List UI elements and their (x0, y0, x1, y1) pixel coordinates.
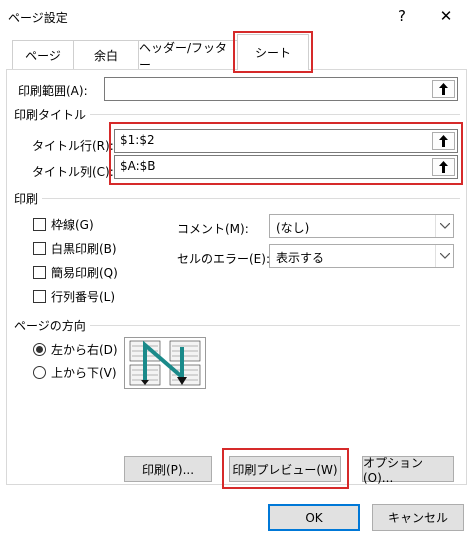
title-cols-input[interactable]: $A:$B (114, 155, 458, 179)
tab-header-footer[interactable]: ヘッダー/フッター (138, 40, 238, 72)
gridlines-checkbox[interactable] (33, 218, 46, 231)
tab-margins[interactable]: 余白 (73, 40, 139, 70)
title-cols-picker-button[interactable] (432, 158, 455, 176)
title-rows-picker-button[interactable] (432, 132, 455, 150)
options-button[interactable]: オプション(O)... (362, 456, 454, 485)
draft-quality-label: 簡易印刷(Q) (51, 266, 118, 280)
tab-page[interactable]: ページ (12, 40, 74, 70)
help-button[interactable]: ? (388, 4, 416, 28)
title-rows-input[interactable]: $1:$2 (114, 129, 458, 153)
print-area-picker-button[interactable] (432, 80, 455, 98)
title-rows-label: タイトル行(R): (32, 139, 114, 153)
page-order-preview-icon (124, 337, 206, 389)
dialog-title: ページ設定 (8, 11, 68, 25)
print-divider (14, 198, 460, 199)
draft-quality-checkbox[interactable] (33, 266, 46, 279)
tab-sheet[interactable]: シート (237, 34, 309, 70)
print-group-label: 印刷 (14, 190, 43, 207)
down-then-over-radio[interactable] (33, 343, 46, 356)
close-button[interactable]: ✕ (432, 4, 460, 28)
cell-errors-value: 表示する (276, 251, 325, 265)
print-titles-group-label: 印刷タイトル (14, 106, 91, 123)
over-then-down-label: 上から下(V) (51, 366, 117, 380)
print-preview-button[interactable]: 印刷プレビュー(W) (229, 456, 341, 482)
comments-select[interactable]: (なし) (269, 214, 454, 238)
print-button[interactable]: 印刷(P)... (124, 456, 212, 482)
collapse-up-icon (439, 135, 448, 147)
down-then-over-label: 左から右(D) (51, 343, 118, 357)
row-col-headings-label: 行列番号(L) (51, 290, 116, 304)
cancel-button[interactable]: キャンセル (372, 504, 464, 531)
ok-button[interactable]: OK (268, 504, 360, 531)
collapse-up-icon (439, 161, 448, 173)
black-white-label: 白黒印刷(B) (51, 242, 117, 256)
over-then-down-radio[interactable] (33, 366, 46, 379)
chevron-down-icon[interactable] (435, 215, 453, 237)
cell-errors-label: セルのエラー(E): (177, 252, 270, 266)
collapse-up-icon (439, 83, 448, 95)
print-area-input[interactable] (104, 77, 458, 101)
page-order-preview (124, 337, 206, 392)
row-col-headings-checkbox[interactable] (33, 290, 46, 303)
title-cols-label: タイトル列(C): (32, 165, 114, 179)
print-area-label: 印刷範囲(A): (18, 84, 88, 98)
comments-label: コメント(M): (177, 222, 249, 236)
cell-errors-select[interactable]: 表示する (269, 244, 454, 268)
comments-value: (なし) (276, 221, 310, 235)
chevron-down-icon[interactable] (435, 245, 453, 267)
page-order-group-label: ページの方向 (14, 317, 90, 334)
gridlines-label: 枠線(G) (51, 218, 94, 232)
black-white-checkbox[interactable] (33, 242, 46, 255)
